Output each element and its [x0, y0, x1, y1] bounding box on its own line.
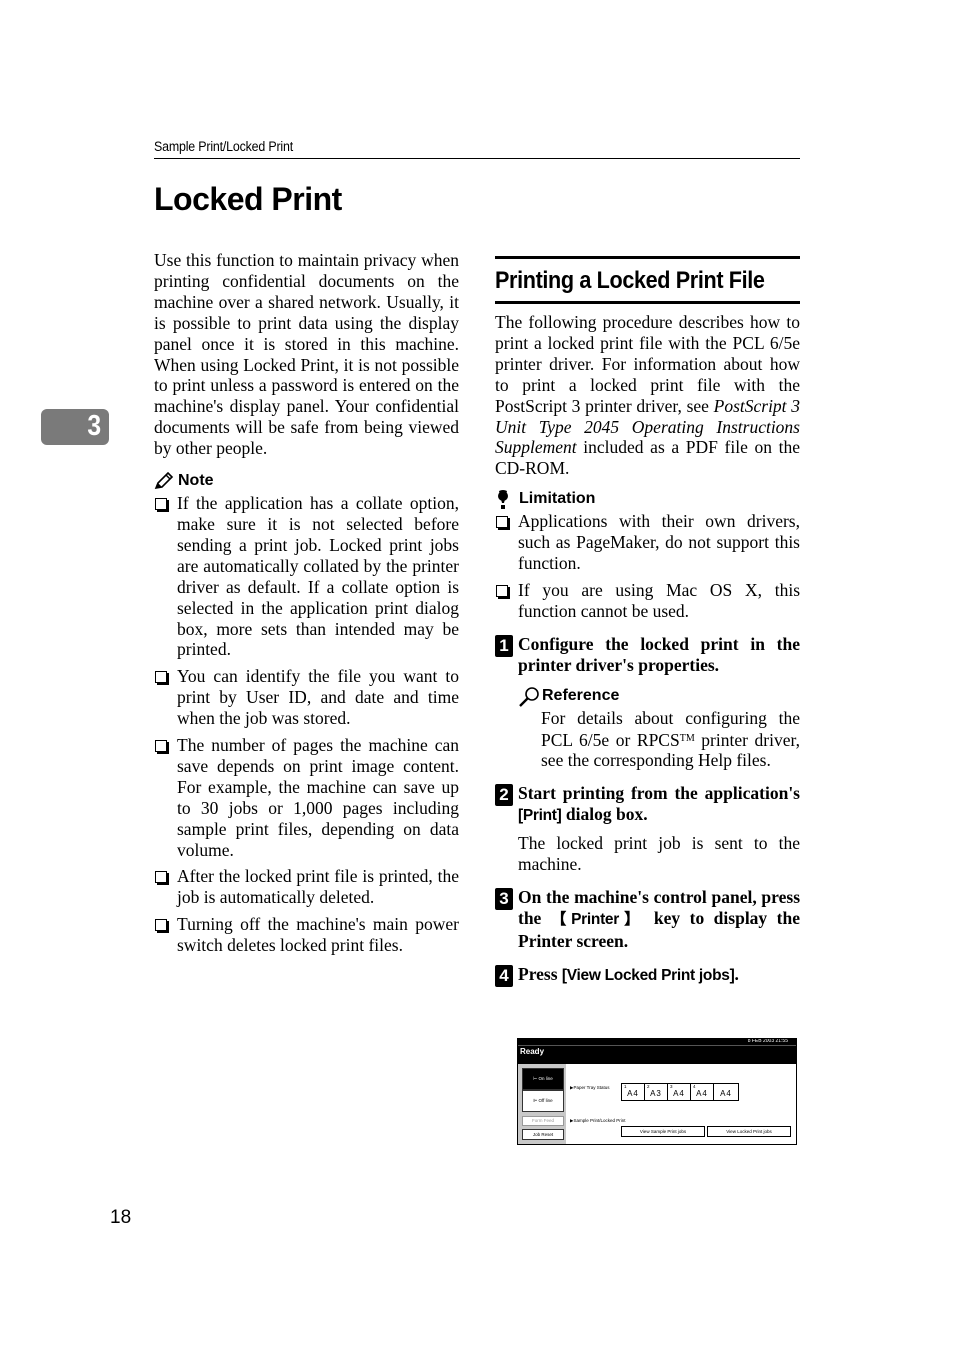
printer-screen-illustration: 8 FEB 2003 21:55 Ready ⊢ On line ⊫ Off l…	[517, 1038, 797, 1145]
header-rule	[154, 158, 800, 159]
limitation-list: Applications with their own drivers, suc…	[495, 511, 800, 622]
section-intro: The following procedure describes how to…	[495, 312, 800, 479]
view-locked-key-label: [View Locked Print jobs]	[561, 966, 735, 984]
pencil-icon	[154, 471, 176, 490]
printer-key-label: 【Printer】	[550, 910, 645, 928]
view-locked-print-jobs-button[interactable]: View Locked Print jobs	[707, 1126, 791, 1137]
checkbox-bullet-icon	[155, 498, 167, 511]
limitation-label: Limitation	[519, 490, 596, 508]
checkbox-bullet-icon	[155, 871, 167, 884]
section-rule-bottom	[495, 301, 800, 304]
bypass-tray: A4	[720, 1089, 732, 1098]
chapter-number: 3	[87, 410, 101, 442]
right-column: Printing a Locked Print File The followi…	[495, 256, 800, 987]
exclamation-icon	[495, 490, 517, 510]
note-item: Turning off the machine's main power swi…	[154, 914, 459, 956]
reference-label: Reference	[542, 686, 620, 704]
limitation-item: If you are using Mac OS X, this function…	[495, 580, 800, 622]
left-column: Use this function to maintain privacy wh…	[154, 250, 459, 962]
checkbox-bullet-icon	[496, 584, 508, 597]
step-description: The locked print job is sent to the mach…	[518, 833, 800, 875]
step-instruction: Start printing from the application's [P…	[518, 783, 800, 825]
job-reset-button[interactable]: Job Reset	[522, 1129, 564, 1140]
paper-tray: 3 A4	[668, 1084, 691, 1100]
reference-heading: Reference	[518, 686, 800, 707]
screen-status: Ready	[518, 1045, 796, 1064]
step-instruction: Configure the locked print in the printe…	[518, 633, 800, 675]
magnifier-icon	[518, 686, 540, 707]
paper-tray: 1 A4	[622, 1084, 645, 1100]
checkbox-bullet-icon	[155, 740, 167, 753]
section-rule-top	[495, 256, 800, 259]
page-title: Locked Print	[154, 181, 342, 217]
note-item: The number of pages the machine can save…	[154, 735, 459, 860]
note-item: After the locked print file is printed, …	[154, 866, 459, 908]
form-feed-button[interactable]: Form Feed	[522, 1116, 564, 1126]
step-number: 3	[495, 887, 513, 910]
paper-tray: 2 A3	[645, 1084, 668, 1100]
offline-button[interactable]: ⊫ Off line	[522, 1090, 564, 1112]
paper-tray: 4 A4	[691, 1084, 714, 1100]
step-4: 4 Press [View Locked Print jobs].	[495, 964, 800, 987]
step-3: 3 On the machine's control panel, press …	[495, 887, 800, 952]
section-title: Printing a Locked Print File	[495, 267, 765, 294]
page-number: 18	[110, 1207, 132, 1228]
chapter-tab: 3	[41, 409, 109, 445]
running-head: Sample Print/Locked Print	[154, 139, 293, 154]
note-heading: Note	[154, 471, 459, 491]
step-1: 1 Configure the locked print in the prin…	[495, 634, 800, 772]
step-instruction: On the machine's control panel, press th…	[518, 886, 800, 951]
checkbox-bullet-icon	[155, 671, 167, 684]
limitation-heading: Limitation	[495, 489, 800, 510]
intro-paragraph: Use this function to maintain privacy wh…	[154, 250, 459, 459]
limitation-item: Applications with their own drivers, suc…	[495, 511, 800, 574]
screen-side-panel: ⊢ On line ⊫ Off line Form Feed Job Reset	[518, 1064, 566, 1144]
note-item: You can identify the file you want to pr…	[154, 666, 459, 729]
online-button[interactable]: ⊢ On line	[522, 1068, 564, 1090]
note-list: If the application has a collate option,…	[154, 493, 459, 956]
paper-trays: 1 A4 2 A3 3 A4 4 A4 A4	[621, 1083, 739, 1101]
paper-tray-status-label: ▶Paper Tray Status	[570, 1085, 610, 1090]
screen-top-bar: 8 FEB 2003 21:55	[518, 1039, 796, 1045]
note-item: If the application has a collate option,…	[154, 493, 459, 660]
sample-locked-print-label: ▶Sample Print/Locked Print	[570, 1118, 626, 1123]
step-2: 2 Start printing from the application's …	[495, 783, 800, 875]
print-key-label: [Print]	[518, 807, 562, 825]
note-label: Note	[178, 472, 214, 490]
screen-clock: 8 FEB 2003 21:55	[747, 1038, 788, 1044]
checkbox-bullet-icon	[496, 516, 508, 529]
step-instruction: Press [View Locked Print jobs].	[518, 963, 739, 984]
step-number: 4	[495, 964, 513, 987]
view-sample-print-jobs-button[interactable]: View Sample Print jobs	[621, 1126, 705, 1137]
step-number: 1	[495, 634, 513, 657]
step-number: 2	[495, 784, 513, 807]
reference-block: Reference For details about configuring …	[518, 686, 800, 772]
checkbox-bullet-icon	[155, 919, 167, 932]
trademark-symbol: TM	[679, 732, 695, 744]
reference-text: For details about configuring the PCL 6/…	[541, 707, 800, 771]
